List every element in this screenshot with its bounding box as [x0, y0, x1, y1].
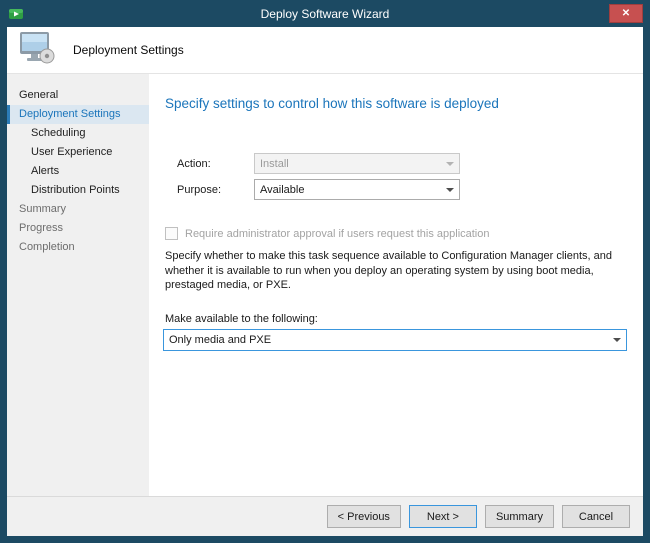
action-value: Install	[255, 158, 441, 170]
main-area: General Deployment Settings Scheduling U…	[7, 74, 643, 496]
make-available-value: Only media and PXE	[164, 334, 608, 346]
task-sequence-description: Specify whether to make this task sequen…	[165, 249, 623, 293]
summary-button[interactable]: Summary	[485, 505, 554, 528]
purpose-dropdown-arrow-icon	[441, 180, 459, 199]
cancel-button[interactable]: Cancel	[562, 505, 630, 528]
close-button[interactable]: ✕	[609, 4, 643, 23]
titlebar: Deploy Software Wizard ✕	[7, 0, 643, 27]
sidebar-item-completion[interactable]: Completion	[7, 238, 149, 257]
deployment-settings-icon	[18, 31, 56, 70]
close-icon: ✕	[622, 8, 630, 19]
approval-checkbox-label: Require administrator approval if users …	[185, 228, 490, 240]
sidebar-item-distribution-points[interactable]: Distribution Points	[7, 181, 149, 200]
page-title: Deployment Settings	[73, 43, 184, 57]
previous-button[interactable]: < Previous	[327, 505, 401, 528]
sidebar-item-general[interactable]: General	[7, 86, 149, 105]
action-label: Action:	[177, 158, 254, 170]
action-dropdown: Install	[254, 153, 460, 174]
sidebar-item-summary[interactable]: Summary	[7, 200, 149, 219]
sidebar-item-alerts[interactable]: Alerts	[7, 162, 149, 181]
content-panel: Specify settings to control how this sof…	[149, 74, 643, 496]
deploy-software-wizard-window: Deploy Software Wizard ✕ Deployment Sett…	[0, 0, 650, 543]
make-available-dropdown-arrow-icon	[608, 330, 626, 350]
purpose-dropdown[interactable]: Available	[254, 179, 460, 200]
sidebar-item-user-experience[interactable]: User Experience	[7, 143, 149, 162]
purpose-value: Available	[255, 184, 441, 196]
wizard-header: Deployment Settings	[7, 27, 643, 74]
wizard-sidebar: General Deployment Settings Scheduling U…	[7, 74, 149, 496]
sidebar-item-progress[interactable]: Progress	[7, 219, 149, 238]
next-button[interactable]: Next >	[409, 505, 477, 528]
window-title: Deploy Software Wizard	[7, 7, 643, 21]
sidebar-item-deployment-settings[interactable]: Deployment Settings	[7, 105, 149, 124]
purpose-row: Purpose: Available	[177, 179, 627, 200]
approval-checkbox-row: Require administrator approval if users …	[165, 227, 627, 240]
action-dropdown-arrow-icon	[441, 154, 459, 173]
make-available-dropdown[interactable]: Only media and PXE	[163, 329, 627, 351]
sidebar-item-scheduling[interactable]: Scheduling	[7, 124, 149, 143]
content-heading: Specify settings to control how this sof…	[165, 96, 627, 111]
dialog-body: Deployment Settings General Deployment S…	[7, 27, 643, 536]
wizard-footer: < Previous Next > Summary Cancel	[7, 496, 643, 536]
purpose-label: Purpose:	[177, 184, 254, 196]
action-row: Action: Install	[177, 153, 627, 174]
make-available-label: Make available to the following:	[165, 313, 627, 325]
approval-checkbox	[165, 227, 178, 240]
